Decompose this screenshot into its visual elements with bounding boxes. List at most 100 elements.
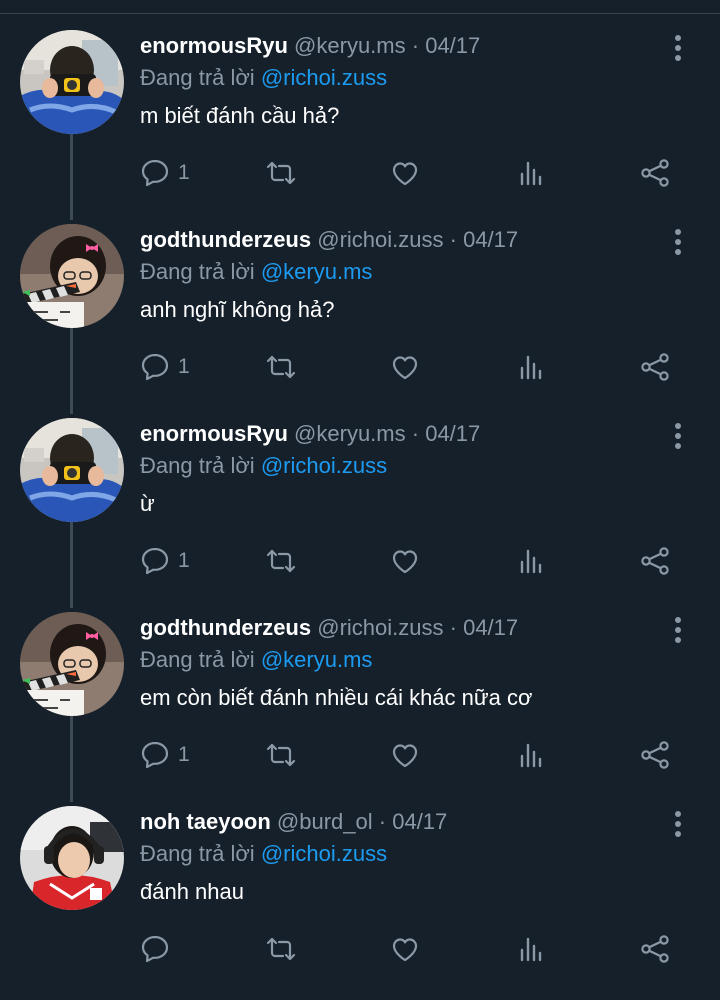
tweet-date[interactable]: 04/17 xyxy=(463,227,518,252)
tweet-date[interactable]: 04/17 xyxy=(463,615,518,640)
author-name[interactable]: enormousRyu xyxy=(140,33,288,58)
tweet-date[interactable]: 04/17 xyxy=(392,809,447,834)
replying-to: Đang trả lời @keryu.ms xyxy=(140,256,372,288)
tweet-actions: 1 xyxy=(140,541,680,581)
author-handle[interactable]: @richoi.zuss xyxy=(317,615,443,640)
more-vertical-icon[interactable] xyxy=(666,34,690,62)
replying-to-label: Đang trả lời xyxy=(140,453,255,478)
retweet-button[interactable] xyxy=(265,735,297,775)
avatar[interactable] xyxy=(20,224,124,328)
tweet-4[interactable]: godthunderzeus @richoi.zuss · 04/17 Đang… xyxy=(0,612,720,806)
reply-button[interactable] xyxy=(140,929,178,969)
share-button[interactable] xyxy=(640,735,670,775)
share-icon xyxy=(641,547,669,575)
like-button[interactable] xyxy=(390,929,420,969)
replying-to-label: Đang trả lời xyxy=(140,65,255,90)
like-button[interactable] xyxy=(390,735,420,775)
replying-to: Đang trả lời @richoi.zuss xyxy=(140,450,387,482)
views-button[interactable] xyxy=(518,735,544,775)
tweet-text: ừ xyxy=(140,491,155,516)
tweet-1[interactable]: enormousRyu @keryu.ms · 04/17 Đang trả l… xyxy=(0,30,720,224)
reply-count: 1 xyxy=(178,549,190,572)
views-icon xyxy=(520,355,542,380)
author-name[interactable]: godthunderzeus xyxy=(140,615,311,640)
replying-to-mention[interactable]: @keryu.ms xyxy=(261,647,373,672)
reply-count: 1 xyxy=(178,161,190,184)
avatar[interactable] xyxy=(20,418,124,522)
views-button[interactable] xyxy=(518,347,544,387)
separator: · xyxy=(411,33,420,58)
retweet-icon xyxy=(266,743,296,767)
more-vertical-icon[interactable] xyxy=(666,810,690,838)
like-icon xyxy=(392,550,418,574)
views-button[interactable] xyxy=(518,541,544,581)
retweet-button[interactable] xyxy=(265,347,297,387)
tweet-actions: 1 xyxy=(140,735,680,775)
tweet-header: godthunderzeus @richoi.zuss · 04/17 xyxy=(140,612,518,644)
like-button[interactable] xyxy=(390,153,420,193)
avatar[interactable] xyxy=(20,30,124,134)
author-name[interactable]: enormousRyu xyxy=(140,421,288,446)
replying-to-mention[interactable]: @richoi.zuss xyxy=(261,65,387,90)
replying-to: Đang trả lời @keryu.ms xyxy=(140,644,372,676)
separator: · xyxy=(449,615,457,640)
like-icon xyxy=(392,356,418,380)
author-name[interactable]: noh taeyoon xyxy=(140,809,271,834)
views-button[interactable] xyxy=(518,929,544,969)
tweet-date[interactable]: 04/17 xyxy=(425,421,480,446)
more-vertical-icon[interactable] xyxy=(666,422,690,450)
replying-to-mention[interactable]: @keryu.ms xyxy=(261,259,373,284)
tweet-2[interactable]: godthunderzeus @richoi.zuss · 04/17 Đang… xyxy=(0,224,720,418)
share-button[interactable] xyxy=(640,929,670,969)
retweet-button[interactable] xyxy=(265,153,297,193)
more-vertical-icon[interactable] xyxy=(666,616,690,644)
retweet-button[interactable] xyxy=(265,929,297,969)
author-handle[interactable]: @burd_ol xyxy=(277,809,373,834)
like-icon xyxy=(392,162,418,186)
author-handle[interactable]: @keryu.ms xyxy=(294,421,406,446)
share-icon xyxy=(641,741,669,769)
reply-icon xyxy=(141,741,169,769)
reply-button[interactable]: 1 xyxy=(140,153,190,193)
like-icon xyxy=(392,744,418,768)
separator: · xyxy=(411,421,420,446)
tweet-5[interactable]: noh taeyoon @burd_ol · 04/17 Đang trả lờ… xyxy=(0,806,720,1000)
replying-to-label: Đang trả lời xyxy=(140,841,255,866)
tweet-actions: 1 xyxy=(140,347,680,387)
like-button[interactable] xyxy=(390,347,420,387)
replying-to-mention[interactable]: @richoi.zuss xyxy=(261,841,387,866)
tweet-date[interactable]: 04/17 xyxy=(425,33,480,58)
share-button[interactable] xyxy=(640,347,670,387)
like-button[interactable] xyxy=(390,541,420,581)
reply-button[interactable]: 1 xyxy=(140,347,190,387)
tweet-text: m biết đánh cầu hả? xyxy=(140,103,340,128)
separator: · xyxy=(378,809,387,834)
reply-button[interactable]: 1 xyxy=(140,541,190,581)
reply-button[interactable]: 1 xyxy=(140,735,190,775)
reply-count: 1 xyxy=(178,355,190,378)
share-icon xyxy=(641,159,669,187)
reply-icon xyxy=(141,159,169,187)
views-icon xyxy=(520,937,542,962)
views-icon xyxy=(520,161,542,186)
author-handle[interactable]: @richoi.zuss xyxy=(317,227,443,252)
avatar[interactable] xyxy=(20,612,124,716)
avatar[interactable] xyxy=(20,806,124,910)
replying-to-mention[interactable]: @richoi.zuss xyxy=(261,453,387,478)
more-vertical-icon[interactable] xyxy=(666,228,690,256)
author-name[interactable]: godthunderzeus xyxy=(140,227,311,252)
tweet-3[interactable]: enormousRyu @keryu.ms · 04/17 Đang trả l… xyxy=(0,418,720,612)
share-button[interactable] xyxy=(640,153,670,193)
views-icon xyxy=(520,549,542,574)
top-divider xyxy=(0,13,720,14)
tweet-header: enormousRyu @keryu.ms · 04/17 xyxy=(140,418,480,450)
retweet-button[interactable] xyxy=(265,541,297,581)
tweet-actions: 1 xyxy=(140,153,680,193)
tweet-header: godthunderzeus @richoi.zuss · 04/17 xyxy=(140,224,518,256)
author-handle[interactable]: @keryu.ms xyxy=(294,33,406,58)
tweet-header: enormousRyu @keryu.ms · 04/17 xyxy=(140,30,480,62)
share-icon xyxy=(641,353,669,381)
reply-count: 1 xyxy=(178,743,190,766)
views-button[interactable] xyxy=(518,153,544,193)
share-button[interactable] xyxy=(640,541,670,581)
